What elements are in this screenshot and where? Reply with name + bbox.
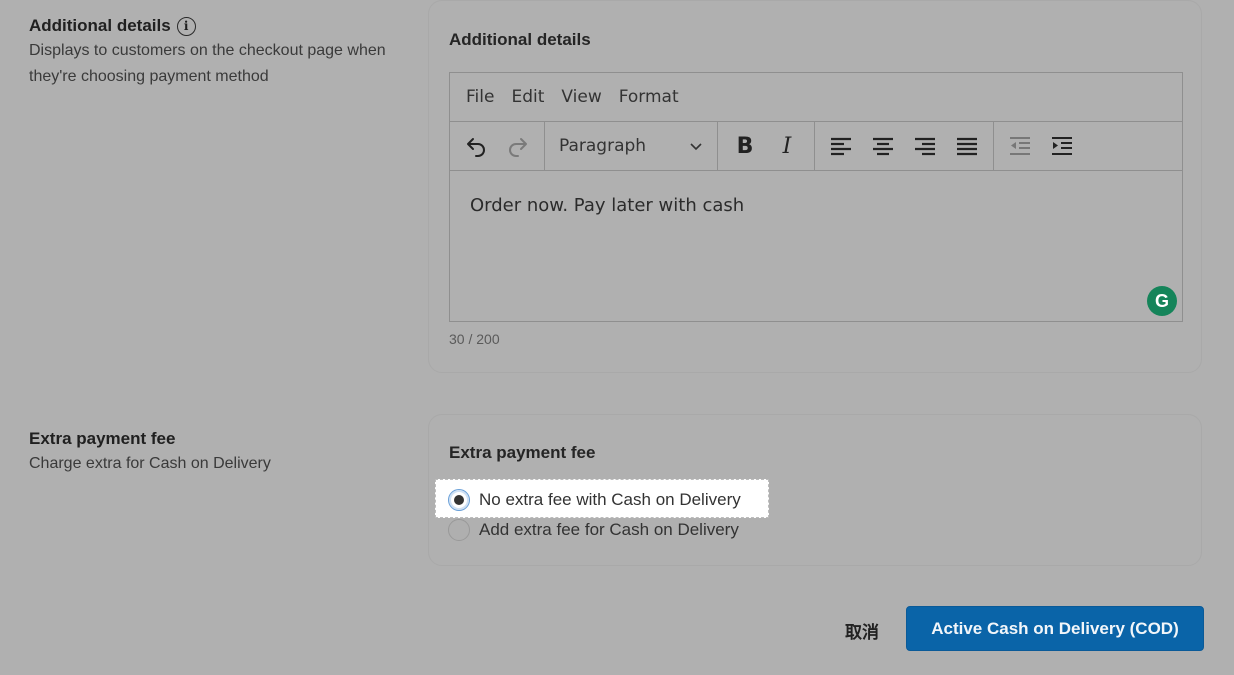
char-counter: 30 / 200 [449,331,500,347]
editor-content[interactable]: Order now. Pay later with cash [450,171,1182,240]
radio-button-checked[interactable] [448,489,470,511]
extra-fee-description: Charge extra for Cash on Delivery [29,455,271,472]
section-title: Additional details i [29,16,409,36]
menu-file[interactable]: File [466,87,494,107]
activate-cod-button[interactable]: Active Cash on Delivery (COD) [906,606,1204,651]
menu-edit[interactable]: Edit [511,87,544,107]
block-format-select[interactable]: Paragraph [545,122,717,170]
card-title: Additional details [449,30,591,49]
info-icon[interactable]: i [176,16,196,36]
italic-icon[interactable]: I [766,122,808,170]
chevron-down-icon [690,143,702,151]
editor-toolbar: Paragraph B I [450,122,1182,171]
additional-details-card: Additional details File Edit View Format… [428,0,1202,373]
menu-format[interactable]: Format [619,87,679,107]
radio-label: Add extra fee for Cash on Delivery [479,520,739,539]
additional-details-title: Additional details [29,16,171,35]
indent-icon[interactable] [1041,122,1083,170]
radio-add-extra-fee[interactable]: Add extra fee for Cash on Delivery [448,519,739,541]
align-justify-icon[interactable] [946,122,988,170]
editor-menubar: File Edit View Format [450,73,1182,122]
additional-details-description: Displays to customers on the checkout pa… [29,42,386,85]
extra-fee-section: Extra payment fee Charge extra for Cash … [29,429,409,477]
rich-text-editor: File Edit View Format Paragraph B I Orde… [449,72,1183,322]
cancel-button[interactable]: 取消 [845,618,879,643]
redo-icon[interactable] [497,122,539,170]
align-center-icon[interactable] [862,122,904,170]
extra-fee-card-title: Extra payment fee [449,443,596,462]
align-right-icon[interactable] [904,122,946,170]
bold-icon[interactable]: B [724,122,766,170]
extra-fee-title: Extra payment fee [29,429,176,448]
menu-view[interactable]: View [561,87,601,107]
radio-no-extra-fee[interactable]: No extra fee with Cash on Delivery [448,489,741,511]
block-format-value: Paragraph [559,136,647,156]
radio-label: No extra fee with Cash on Delivery [479,490,741,509]
radio-button[interactable] [448,519,470,541]
undo-icon[interactable] [455,122,497,170]
grammarly-icon[interactable]: G [1147,286,1177,316]
outdent-icon[interactable] [999,122,1041,170]
align-left-icon[interactable] [820,122,862,170]
additional-details-section: Additional details i Displays to custome… [29,16,409,90]
